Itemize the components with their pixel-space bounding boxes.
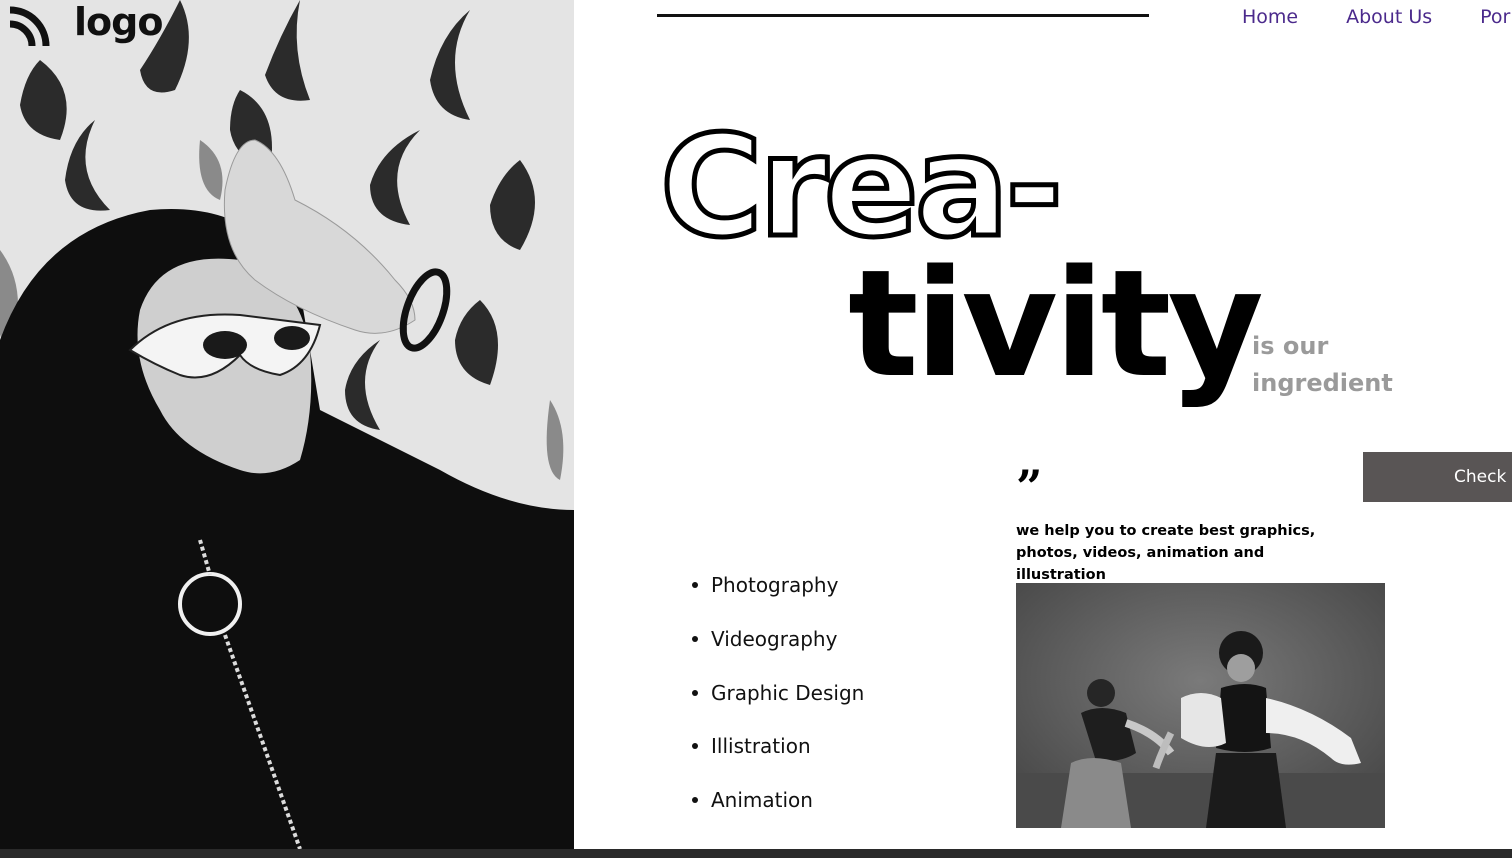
hero-photo: logo bbox=[0, 0, 574, 849]
service-label: Animation bbox=[711, 788, 813, 813]
logo-text: logo bbox=[74, 0, 163, 44]
bullet-icon bbox=[692, 582, 698, 588]
bullet-icon bbox=[692, 797, 698, 804]
tagline-line-2: ingredient bbox=[1252, 369, 1393, 397]
service-label: Photography bbox=[711, 573, 839, 597]
bullet-icon bbox=[692, 743, 698, 750]
nav-about-link[interactable]: About Us bbox=[1346, 6, 1432, 28]
quote-mark-icon: ” bbox=[1016, 460, 1043, 514]
tagline: is our ingredient bbox=[1252, 328, 1432, 402]
nav-portfolio-link[interactable]: Por bbox=[1480, 6, 1510, 28]
service-item-photography: Photography bbox=[690, 568, 864, 622]
main-nav: Home About Us Por bbox=[1242, 6, 1510, 28]
services-list: Photography Videography Graphic Design I… bbox=[690, 568, 864, 837]
check-out-button-label: Check o bbox=[1454, 467, 1512, 487]
logo[interactable]: logo bbox=[6, 0, 163, 50]
bullet-icon bbox=[692, 689, 698, 696]
dancers-photo-illustration bbox=[1016, 583, 1385, 828]
dancers-photo bbox=[1016, 583, 1385, 828]
service-item-animation: Animation bbox=[690, 783, 864, 837]
service-item-videography: Videography bbox=[690, 622, 864, 676]
bullet-icon bbox=[692, 635, 698, 642]
quote-text: we help you to create best graphics, pho… bbox=[1016, 523, 1316, 583]
nav-home-link[interactable]: Home bbox=[1242, 6, 1298, 28]
wifi-arcs-icon bbox=[9, 6, 50, 47]
service-label: Illistration bbox=[711, 734, 811, 759]
top-divider bbox=[657, 14, 1149, 17]
check-out-button[interactable]: Check o bbox=[1363, 452, 1512, 502]
service-item-illustration: Illistration bbox=[690, 729, 864, 783]
headline-outline: Crea- bbox=[657, 106, 1065, 269]
service-label: Graphic Design bbox=[711, 680, 865, 705]
service-item-graphic-design: Graphic Design bbox=[690, 676, 864, 730]
headline-solid: tivity bbox=[848, 238, 1264, 410]
tagline-line-1: is our bbox=[1252, 332, 1329, 360]
service-label: Videography bbox=[711, 626, 838, 651]
hero-photo-illustration bbox=[0, 0, 574, 849]
bottom-scrollbar bbox=[0, 849, 1512, 858]
